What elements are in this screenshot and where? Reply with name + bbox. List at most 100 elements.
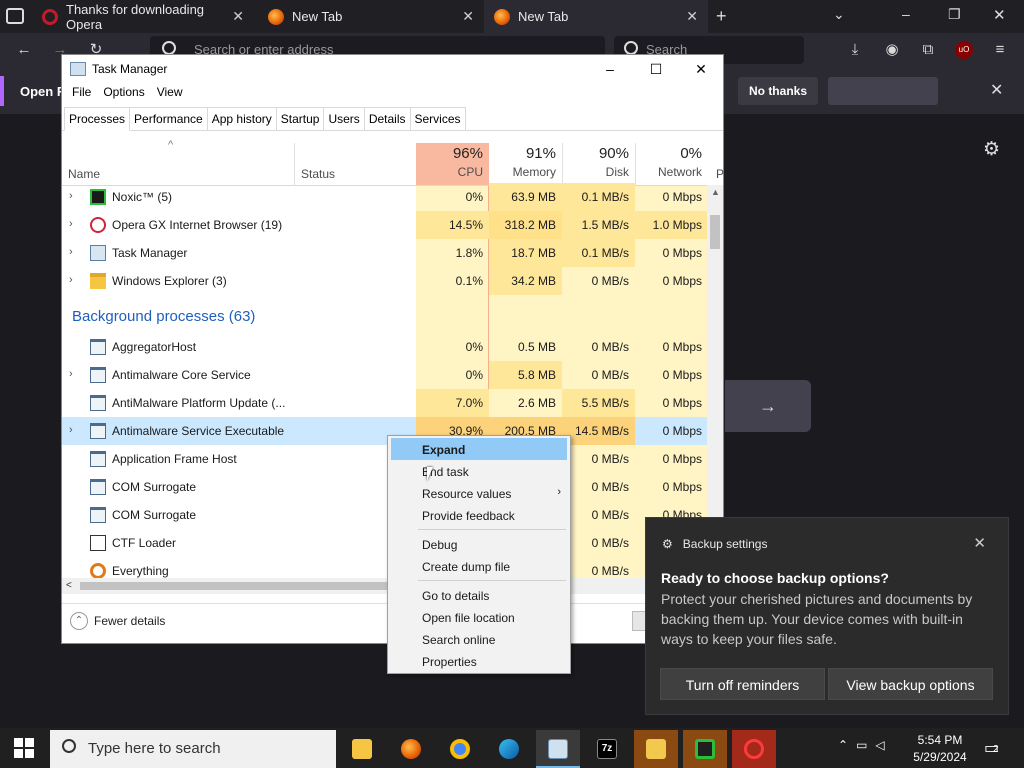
close-tab-icon[interactable]: ✕ bbox=[686, 8, 698, 25]
expand-chevron-icon[interactable]: › bbox=[69, 246, 73, 258]
taskbar-opera-gx[interactable] bbox=[732, 730, 776, 768]
column-cpu[interactable]: 96% CPU bbox=[416, 143, 489, 185]
column-memory[interactable]: 91% Memory bbox=[489, 143, 562, 185]
menu-item-provide-feedback[interactable]: Provide feedback bbox=[391, 504, 567, 526]
close-button[interactable]: ✕ bbox=[678, 55, 724, 83]
turn-off-reminders-button[interactable]: Turn off reminders bbox=[660, 668, 825, 700]
windows-start-icon[interactable] bbox=[14, 738, 34, 758]
tab-startup[interactable]: Startup bbox=[275, 107, 325, 130]
process-row[interactable]: AntiMalware Platform Update (... 7.0% 2.… bbox=[62, 389, 707, 417]
close-tab-icon[interactable]: ✕ bbox=[232, 8, 244, 25]
tray-chevron-up-icon[interactable]: ⌃ bbox=[838, 738, 848, 752]
menu-view[interactable]: View bbox=[151, 83, 189, 105]
no-thanks-button[interactable]: No thanks bbox=[738, 77, 818, 105]
browser-tab-newtab-2[interactable]: New Tab ✕ bbox=[484, 0, 708, 33]
settings-gear-icon[interactable]: ⚙ bbox=[983, 138, 1000, 161]
extensions-icon[interactable]: ⧉ bbox=[916, 38, 940, 62]
taskbar-7zip[interactable]: 7z bbox=[585, 730, 629, 768]
process-row-task-manager[interactable]: › Task Manager 1.8% 18.7 MB 0.1 MB/s 0 M… bbox=[62, 239, 707, 267]
end-task-button[interactable] bbox=[632, 611, 646, 631]
taskbar-chrome[interactable] bbox=[438, 730, 482, 768]
downloads-icon[interactable]: ⤓ bbox=[843, 38, 867, 62]
tab-details[interactable]: Details bbox=[363, 107, 411, 130]
account-icon[interactable]: ◉ bbox=[880, 38, 904, 62]
close-tab-icon[interactable]: ✕ bbox=[462, 8, 474, 25]
tab-processes[interactable]: Processes bbox=[64, 107, 131, 131]
notification-close-icon[interactable]: ✕ bbox=[990, 80, 1003, 100]
taskbar-firefox[interactable] bbox=[389, 730, 433, 768]
fewer-details-button[interactable]: ⌃ Fewer details bbox=[70, 612, 165, 630]
process-row[interactable]: Everything 0 MB/s bbox=[62, 557, 707, 578]
disk-total: 90% bbox=[598, 145, 629, 162]
scroll-up-arrow-icon[interactable]: ▲ bbox=[711, 187, 720, 197]
scroll-left-arrow-icon[interactable]: < bbox=[66, 580, 72, 591]
menu-item-properties[interactable]: Properties bbox=[391, 650, 567, 672]
taskbar-task-manager[interactable] bbox=[536, 730, 580, 768]
browser-restore-button[interactable]: ❐ bbox=[948, 6, 961, 23]
menu-options[interactable]: Options bbox=[97, 83, 150, 105]
menu-item-open-file-location[interactable]: Open file location bbox=[391, 606, 567, 628]
process-row[interactable]: COM Surrogate 0 MB/s 0 Mbps bbox=[62, 473, 707, 501]
disk-value: 0 MB/s bbox=[591, 452, 629, 466]
disk-value: 1.5 MB/s bbox=[562, 211, 635, 239]
taskbar-edge[interactable] bbox=[487, 730, 531, 768]
menu-item-search-online[interactable]: Search online bbox=[391, 628, 567, 650]
browser-close-button[interactable]: ✕ bbox=[993, 6, 1006, 24]
minimize-button[interactable]: – bbox=[587, 55, 633, 83]
process-row-explorer[interactable]: › Windows Explorer (3) 0.1% 34.2 MB 0 MB… bbox=[62, 267, 707, 295]
menu-item-resource-values[interactable]: Resource values › bbox=[391, 482, 567, 504]
horizontal-scroll-thumb[interactable] bbox=[80, 582, 390, 590]
back-arrow-icon[interactable]: ← bbox=[12, 38, 36, 62]
expand-chevron-icon[interactable]: › bbox=[69, 218, 73, 230]
tab-overflow-chevron-icon[interactable]: ⌄ bbox=[833, 6, 845, 23]
browser-tab-newtab-1[interactable]: New Tab ✕ bbox=[258, 0, 484, 33]
ublock-icon[interactable]: uO bbox=[955, 41, 973, 59]
taskbar-noxplayer[interactable] bbox=[683, 730, 727, 768]
toast-close-icon[interactable]: ✕ bbox=[973, 534, 986, 552]
browser-minimize-button[interactable]: – bbox=[902, 6, 910, 22]
expand-chevron-icon[interactable]: › bbox=[69, 424, 73, 436]
view-backup-options-button[interactable]: View backup options bbox=[828, 668, 993, 700]
vertical-scroll-thumb[interactable] bbox=[710, 215, 720, 249]
column-disk[interactable]: 90% Disk bbox=[562, 143, 635, 185]
notification-center-icon[interactable]: ▭ 2 bbox=[984, 738, 999, 758]
menu-item-go-to-details[interactable]: Go to details bbox=[391, 584, 567, 606]
taskbar-app-orange-1[interactable] bbox=[634, 730, 678, 768]
process-row[interactable]: Application Frame Host 0 MB/s 0 Mbps bbox=[62, 445, 707, 473]
tab-list-icon[interactable] bbox=[6, 8, 24, 24]
tab-services[interactable]: Services bbox=[409, 107, 466, 130]
process-row-selected[interactable]: › Antimalware Service Executable 30.9% 2… bbox=[62, 417, 708, 445]
menu-hamburger-icon[interactable]: ≡ bbox=[988, 38, 1012, 62]
process-row-noxic[interactable]: › Noxic™ (5) 0% 63.9 MB 0.1 MB/s 0 Mbps bbox=[62, 183, 707, 211]
process-row[interactable]: › Antimalware Core Service 0% 5.8 MB 0 M… bbox=[62, 361, 707, 389]
tab-users[interactable]: Users bbox=[323, 107, 365, 130]
maximize-button[interactable]: ☐ bbox=[633, 55, 679, 83]
tab-performance[interactable]: Performance bbox=[129, 107, 208, 130]
menu-item-debug[interactable]: Debug bbox=[391, 533, 567, 555]
menu-item-create-dump-file[interactable]: Create dump file bbox=[391, 555, 567, 577]
expand-chevron-icon[interactable]: › bbox=[69, 274, 73, 286]
taskbar-file-explorer[interactable] bbox=[340, 730, 384, 768]
taskbar-search-box[interactable]: Type here to search bbox=[50, 730, 336, 768]
process-row[interactable]: AggregatorHost 0% 0.5 MB 0 MB/s 0 Mbps bbox=[62, 333, 707, 361]
process-row-opera[interactable]: › Opera GX Internet Browser (19) 14.5% 3… bbox=[62, 211, 708, 239]
menu-item-expand[interactable]: Expand bbox=[391, 438, 567, 460]
new-tab-search-go-button[interactable]: → bbox=[725, 380, 811, 432]
volume-icon[interactable]: ◁ bbox=[875, 738, 884, 752]
cpu-value: 0% bbox=[465, 368, 483, 382]
menu-file[interactable]: File bbox=[66, 83, 97, 105]
menu-item-end-task[interactable]: End task bbox=[391, 460, 567, 482]
process-row[interactable]: COM Surrogate 0 MB/s 0 Mbps bbox=[62, 501, 707, 529]
process-row[interactable]: CTF Loader 0 MB/s bbox=[62, 529, 707, 557]
browser-tab-opera[interactable]: Thanks for downloading Opera ✕ bbox=[32, 0, 254, 33]
column-network[interactable]: 0% Network bbox=[635, 143, 708, 185]
network-label: Network bbox=[657, 165, 702, 179]
notification-action-button[interactable] bbox=[828, 77, 938, 105]
taskbar-clock[interactable]: 5:54 PM 5/29/2024 bbox=[905, 730, 975, 766]
expand-chevron-icon[interactable]: › bbox=[69, 368, 73, 380]
process-name: Task Manager bbox=[112, 246, 188, 260]
tab-app-history[interactable]: App history bbox=[206, 107, 277, 130]
new-tab-button[interactable]: + bbox=[716, 6, 727, 27]
network-icon[interactable]: ▭ bbox=[856, 738, 867, 752]
expand-chevron-icon[interactable]: › bbox=[69, 190, 73, 202]
